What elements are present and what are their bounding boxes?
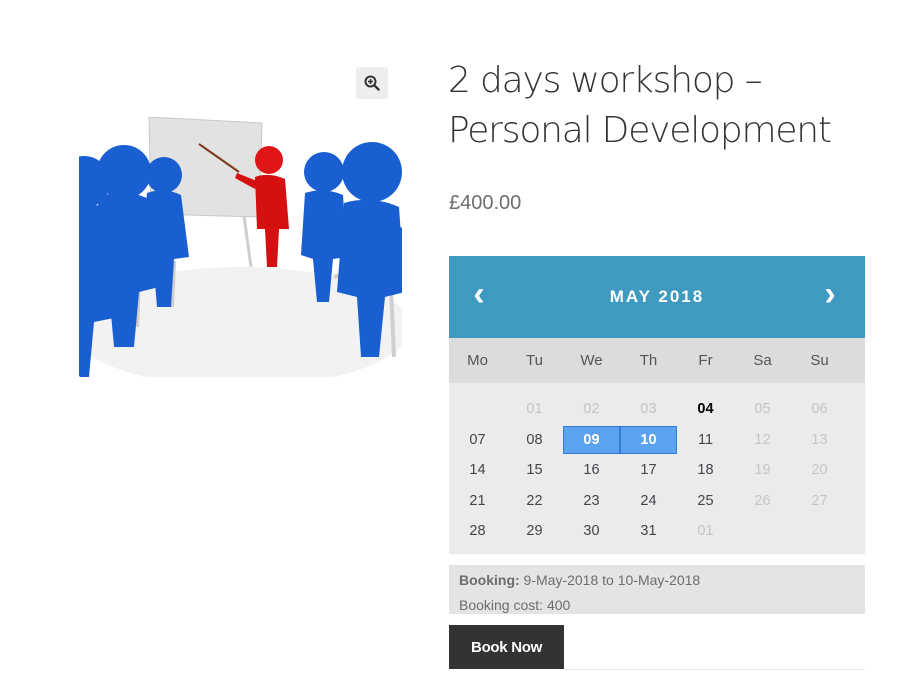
- calendar-day: 03: [640, 401, 657, 418]
- calendar-day: 01: [697, 523, 714, 540]
- calendar-day: 12: [754, 431, 771, 448]
- calendar-day[interactable]: 10: [620, 425, 677, 454]
- calendar-weekdays: Mo Tu We Th Fr Sa Su: [449, 338, 865, 383]
- calendar-day: 04: [697, 401, 714, 418]
- calendar-day: 06: [811, 401, 828, 418]
- calendar-day: 20: [811, 462, 828, 479]
- book-now-button[interactable]: Book Now: [449, 625, 564, 669]
- zoom-button[interactable]: [356, 67, 388, 99]
- calendar-day: 05: [754, 401, 771, 418]
- calendar-day[interactable]: 24: [620, 487, 677, 516]
- divider: [564, 669, 865, 670]
- weekday-label: Sa: [753, 352, 772, 369]
- calendar-day[interactable]: 18: [677, 456, 734, 485]
- calendar-day[interactable]: 09: [563, 425, 620, 454]
- calendar-day-empty: [449, 395, 506, 424]
- calendar-day[interactable]: 21: [449, 487, 506, 516]
- calendar-day[interactable]: 28: [449, 517, 506, 546]
- presentation-illustration: [79, 117, 402, 377]
- booking-calendar: ‹ MAY 2018 › Mo Tu We Th Fr Sa Su 01 02 03…: [449, 256, 865, 554]
- calendar-day[interactable]: 29: [506, 517, 563, 546]
- chevron-right-icon[interactable]: ›: [815, 274, 845, 314]
- booking-label: Booking:: [459, 572, 520, 588]
- calendar-day: 02: [583, 401, 600, 418]
- booking-summary: Booking: 9-May-2018 to 10-May-2018 Booki…: [449, 565, 865, 614]
- booking-cost: Booking cost: 400: [459, 597, 571, 613]
- chevron-left-icon[interactable]: ‹: [464, 274, 494, 314]
- calendar-month-label: MAY 2018: [609, 287, 705, 306]
- calendar-day[interactable]: 14: [449, 456, 506, 485]
- booking-dates-line: Booking: 9-May-2018 to 10-May-2018: [459, 568, 855, 593]
- calendar-day[interactable]: 31: [620, 517, 677, 546]
- calendar-day: 26: [754, 492, 771, 509]
- calendar-day[interactable]: 07: [449, 426, 506, 455]
- product-title: 2 days workshop – Personal Development: [448, 60, 832, 151]
- calendar-day: 19: [754, 462, 771, 479]
- product-image[interactable]: [79, 117, 402, 377]
- zoom-in-icon: [364, 75, 380, 91]
- weekday-label: We: [580, 352, 603, 369]
- calendar-day[interactable]: 25: [677, 487, 734, 516]
- calendar-day[interactable]: 22: [506, 487, 563, 516]
- calendar-day[interactable]: 30: [563, 517, 620, 546]
- calendar-day[interactable]: 16: [563, 456, 620, 485]
- product-price: £400.00: [449, 192, 522, 214]
- calendar-day: 01: [526, 401, 543, 418]
- calendar-day[interactable]: 15: [506, 456, 563, 485]
- weekday-label: Th: [639, 352, 658, 369]
- calendar-day[interactable]: 11: [677, 426, 734, 455]
- weekday-label: Su: [810, 352, 829, 369]
- weekday-label: Mo: [467, 352, 488, 369]
- calendar-days: 01 02 03 04 05 06 07 08 09 10 11 12 13 14 15 16 17 18 19 20…: [449, 383, 865, 547]
- booking-dates: 9-May-2018 to 10-May-2018: [523, 572, 701, 588]
- calendar-day[interactable]: 23: [563, 487, 620, 516]
- calendar-day: 27: [811, 492, 828, 509]
- calendar-day[interactable]: 08: [506, 426, 563, 455]
- calendar-header: ‹ MAY 2018 ›: [449, 256, 865, 338]
- calendar-day[interactable]: 17: [620, 456, 677, 485]
- calendar-day: 13: [811, 431, 828, 448]
- weekday-label: Fr: [698, 352, 713, 369]
- weekday-label: Tu: [526, 352, 543, 369]
